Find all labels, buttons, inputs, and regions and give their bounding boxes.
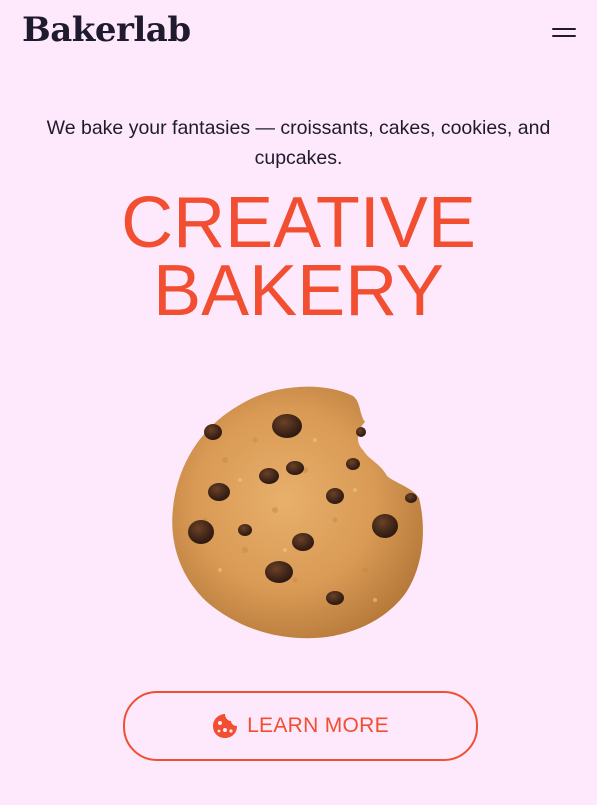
cookie-icon (213, 714, 238, 738)
brand-logo[interactable]: Bakerlab (22, 8, 191, 52)
learn-more-button[interactable]: LEARN MORE (123, 691, 478, 761)
hero-headline: CREATIVE BAKERY (0, 187, 597, 327)
hero-tagline: We bake your fantasies — croissants, cak… (46, 116, 551, 169)
cookie-illustration (172, 386, 423, 639)
hamburger-menu-icon[interactable] (548, 22, 578, 44)
site-header: Bakerlab (0, 0, 597, 64)
headline-line-2: BAKERY (153, 251, 444, 331)
menu-line (552, 35, 576, 37)
menu-line (552, 28, 576, 30)
cookie-image (165, 380, 429, 642)
learn-more-label: LEARN MORE (247, 714, 389, 737)
